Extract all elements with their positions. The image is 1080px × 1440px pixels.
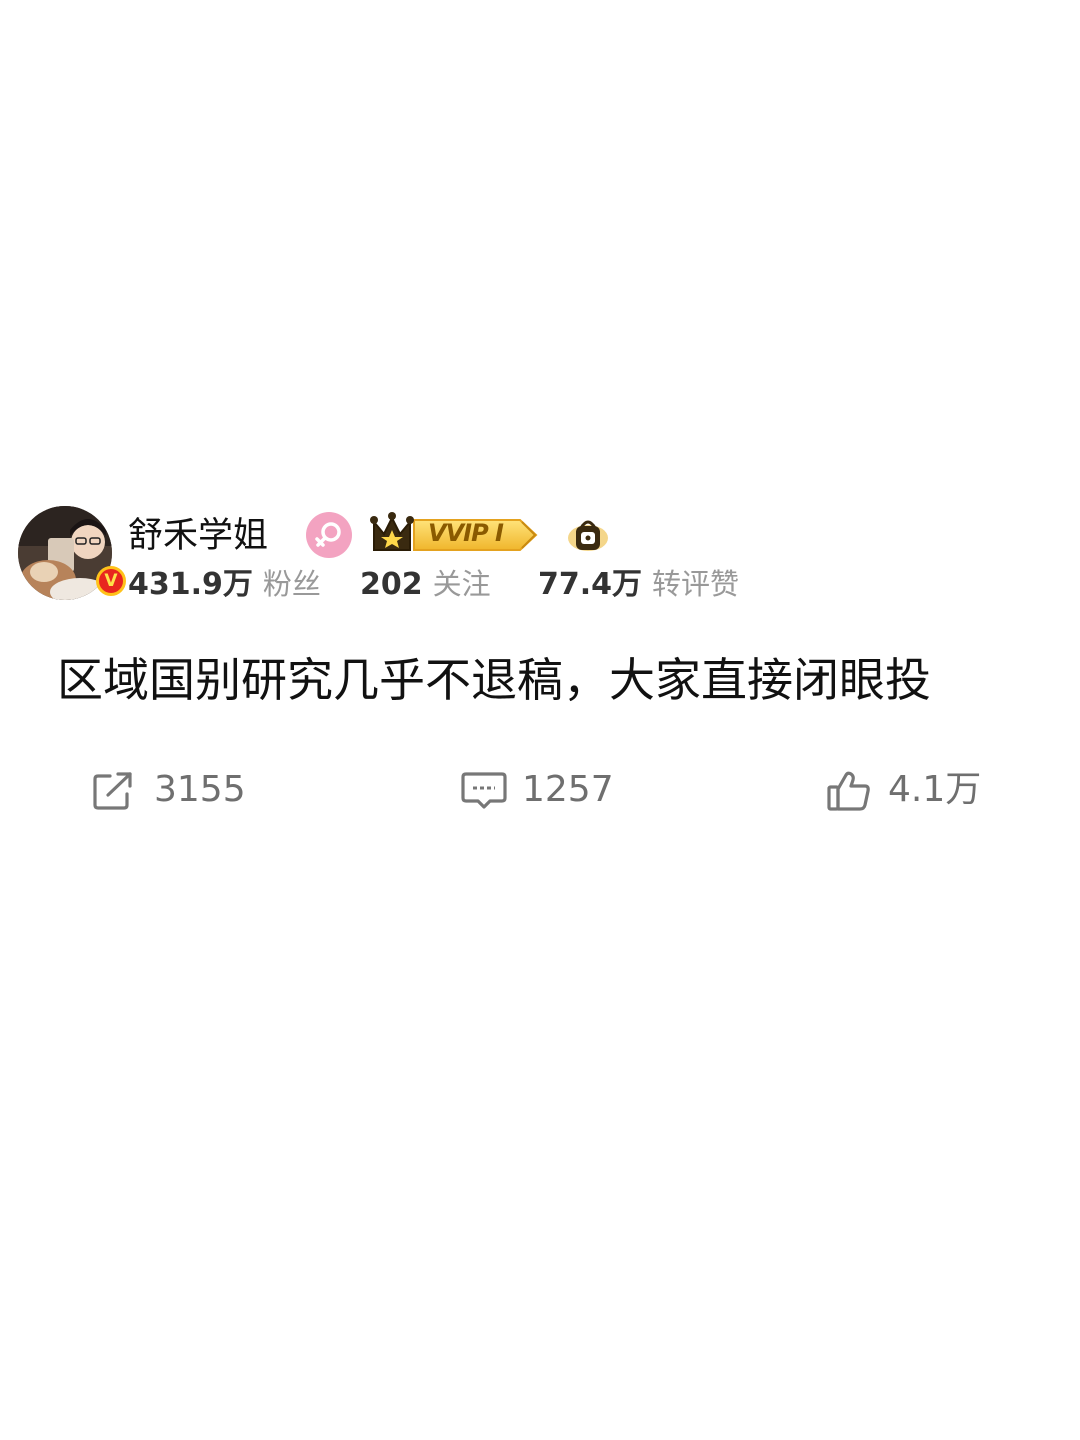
verified-badge-icon: V [96, 566, 126, 596]
vvip-label: VVIP I [428, 519, 504, 547]
female-icon [306, 512, 352, 558]
followers-stat[interactable]: 431.9万 粉丝 [128, 562, 321, 607]
engagement-stat[interactable]: 77.4万 转评赞 [538, 562, 739, 607]
like-count: 4.1万 [888, 769, 982, 810]
username[interactable]: 舒禾学姐 [128, 514, 268, 558]
thumbs-up-icon [827, 771, 870, 811]
following-stat[interactable]: 202 关注 [360, 562, 491, 607]
vvip-badge[interactable]: VVIP I [370, 508, 542, 558]
followers-label: 粉丝 [262, 567, 321, 601]
comment-icon [461, 772, 507, 809]
engagement-label: 转评赞 [652, 567, 740, 601]
profile-post-card: V 舒禾学姐 VVIP I 431.9万 粉丝 202 关注 77.4万 转评赞… [0, 500, 1080, 830]
engagement-count: 77.4万 [538, 567, 643, 602]
following-label: 关注 [432, 567, 491, 601]
followers-count: 431.9万 [128, 567, 253, 602]
comment-count: 1257 [522, 769, 614, 810]
post-text: 区域国别研究几乎不退稿，大家直接闭眼投 [57, 653, 931, 707]
following-count: 202 [360, 567, 423, 602]
repost-count: 3155 [154, 769, 246, 810]
lock-icon [566, 514, 610, 554]
share-icon [93, 772, 132, 810]
